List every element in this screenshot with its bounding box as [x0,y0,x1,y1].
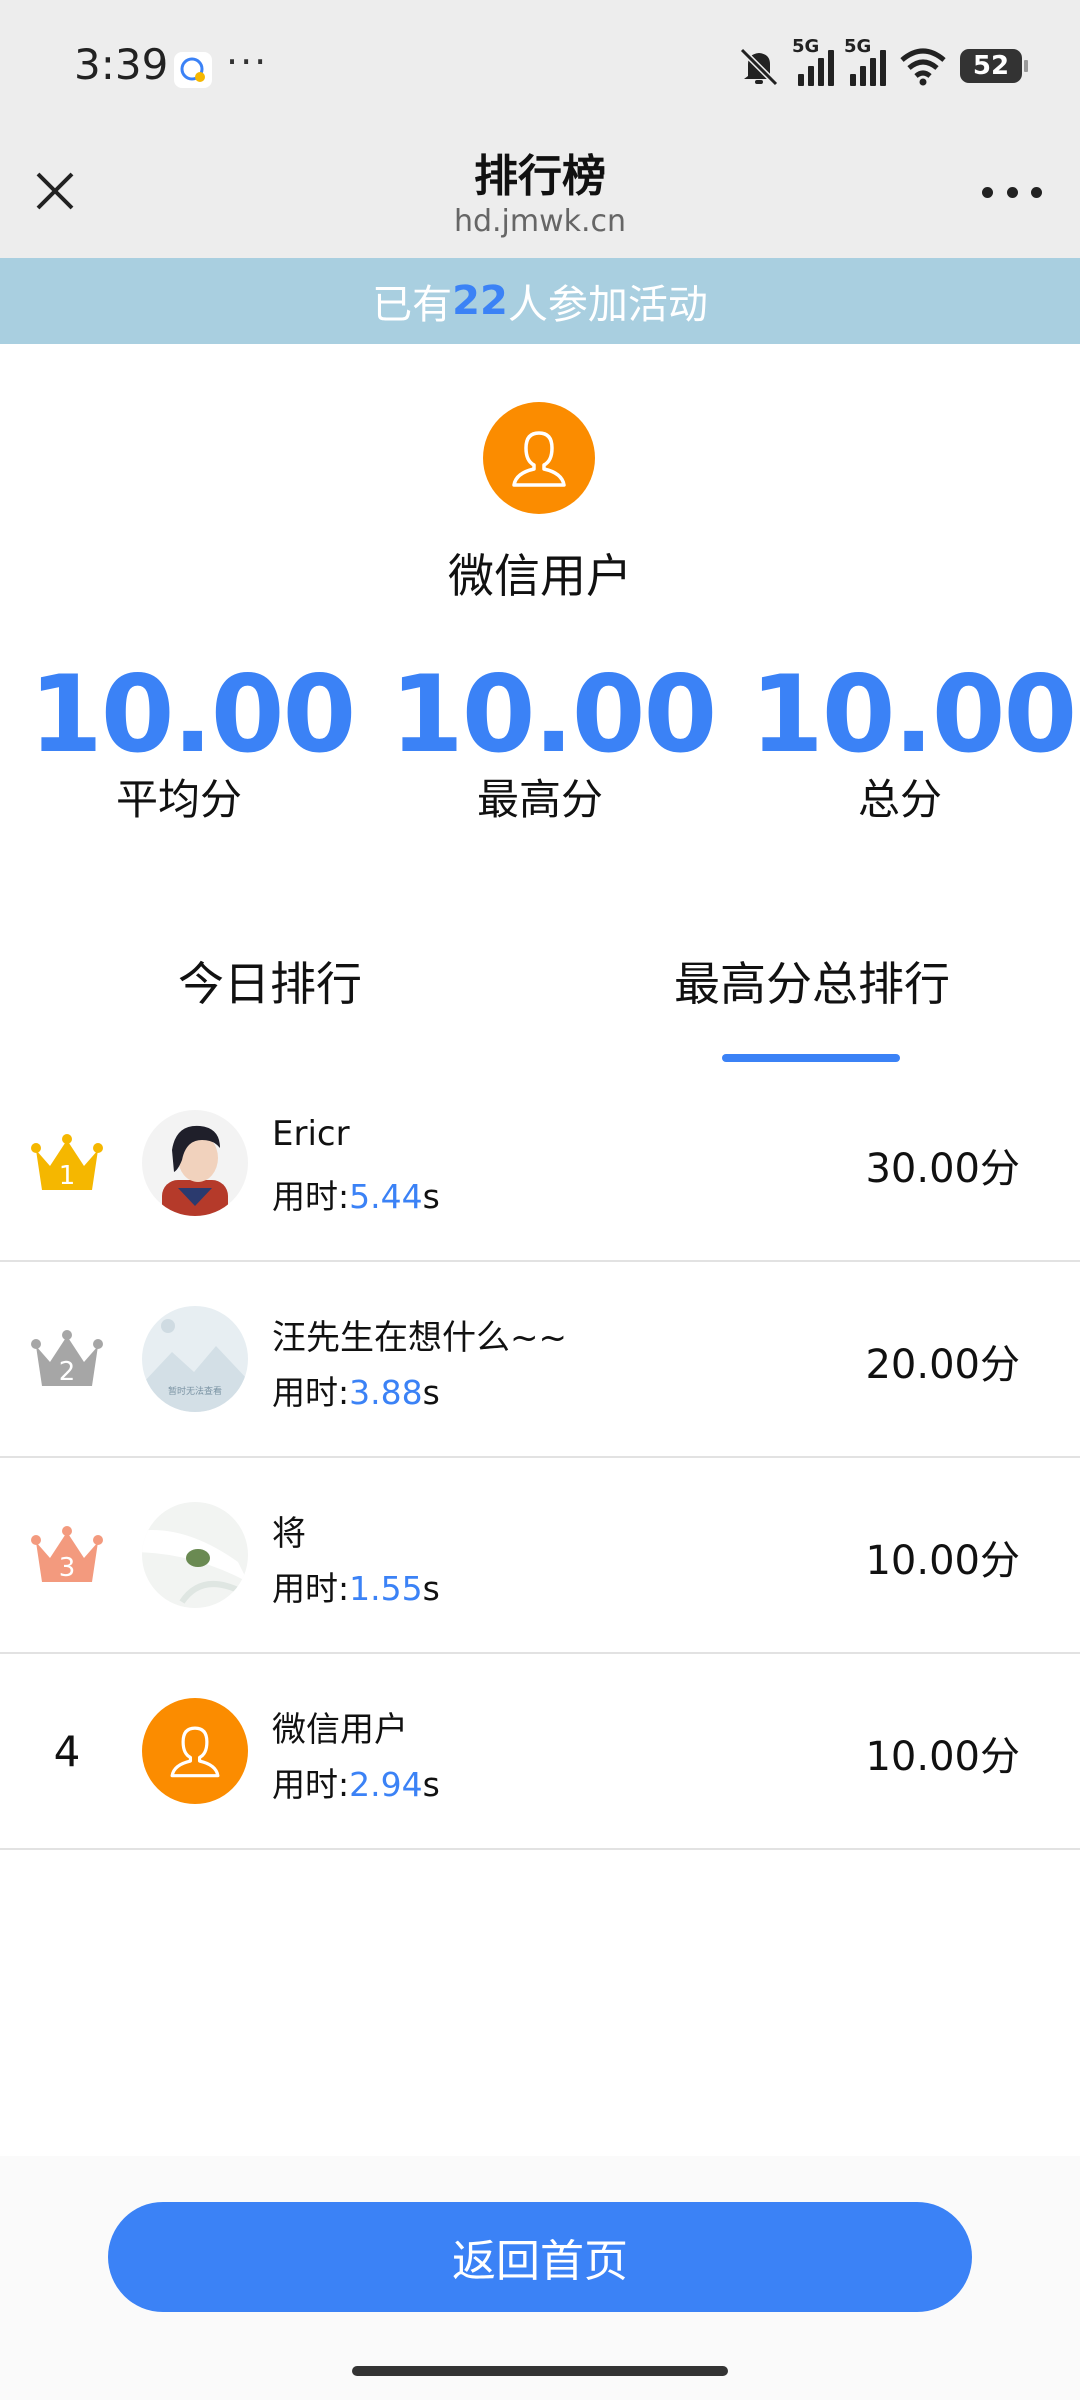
tab-today[interactable]: 今日排行 [178,948,362,1014]
rank-number: 1 [59,1161,76,1191]
stat-value: 10.00 [390,653,717,776]
gold-crown-icon: 1 [31,1134,103,1191]
time-unit: s [422,1765,440,1804]
tab-highest-total[interactable]: 最高分总排行 [674,948,950,1014]
chat-bubble-icon [174,52,212,88]
status-indicators: 5G 5G 52 [736,36,1028,88]
status-bar: 3:39 ··· 5G 5G 52 [0,0,1080,130]
more-dot-icon [1031,186,1042,198]
avatar [142,1110,248,1216]
stat-total: 10.00 总分 [750,653,1077,827]
more-dot-icon [1006,186,1018,198]
ranking-row[interactable]: 3 将 用时:1.55s 10.00分 [0,1458,1080,1654]
user-avatar [483,402,595,514]
stat-value: 10.00 [29,653,356,776]
ranking-row[interactable]: 1 Ericr 用时:5.44s 30.00分 [0,1066,1080,1262]
stat-value: 10.00 [750,653,1077,776]
participants-banner: 已有 22 人参加活动 [0,258,1080,344]
back-home-button[interactable]: 返回首页 [108,2202,972,2312]
stat-average: 10.00 平均分 [29,653,356,827]
participant-count: 22 [452,278,508,324]
status-time: 3:39 [74,40,169,89]
avatar [142,1502,248,1608]
player-score: 20.00分 [865,1342,1020,1388]
rank-number: 4 [53,1727,81,1776]
header: 排行榜 hd.jmwk.cn [0,130,1080,258]
more-dot-icon [982,186,993,198]
page-title: 排行榜 [474,151,606,202]
network-type-2: 5G [844,36,872,57]
time-value: 2.94 [349,1765,423,1804]
ranking-row[interactable]: 4 微信用户 用时:2.94s 10.00分 [0,1654,1080,1850]
user-silhouette-icon [512,431,566,487]
battery-icon: 52 [960,49,1028,83]
more-options-button[interactable] [982,182,1042,202]
signal-icon-2: 5G [844,36,886,86]
time-unit: s [422,1177,440,1216]
avatar: 暂时无法查看 [142,1306,248,1412]
ranking-row[interactable]: 2 暂时无法查看 汪先生在想什么~~ 用时:3.88s 20.00分 [0,1262,1080,1458]
player-score: 10.00分 [865,1538,1020,1584]
player-name: 将 [272,1514,306,1554]
time-value: 1.55 [349,1569,423,1608]
status-more-dots: ··· [226,40,269,84]
profile-name: 微信用户 [448,549,632,603]
bottom-bar: 返回首页 [0,2156,1080,2400]
time-label: 用时: [272,1765,350,1804]
time-unit: s [422,1373,440,1412]
avatar-placeholder-text: 暂时无法查看 [168,1385,222,1397]
wifi-icon [900,48,946,86]
gesture-bar[interactable] [352,2366,728,2376]
banner-suffix: 人参加活动 [507,282,708,328]
network-type-1: 5G [792,36,820,57]
player-name: 汪先生在想什么~~ [272,1318,567,1358]
bronze-crown-icon: 3 [31,1526,103,1583]
tab-active-indicator [722,1054,900,1062]
player-score: 30.00分 [865,1146,1020,1192]
time-value: 5.44 [349,1177,423,1216]
stat-highest: 10.00 最高分 [390,653,717,827]
play-time: 用时:2.94s [272,1758,440,1806]
rank-number: 2 [59,1357,76,1387]
banner-prefix: 已有 [372,282,453,328]
time-value: 3.88 [349,1373,423,1412]
player-name: Ericr [272,1114,350,1154]
play-time: 用时:5.44s [272,1170,440,1218]
player-score: 10.00分 [865,1734,1020,1780]
silver-crown-icon: 2 [31,1330,103,1387]
ranking-tabs: 今日排行 最高分总排行 [0,940,1080,1065]
mute-bell-icon [739,47,779,86]
time-label: 用时: [272,1373,350,1412]
page-url: hd.jmwk.cn [453,204,627,239]
avatar [142,1698,248,1804]
signal-icon-1: 5G [792,36,834,86]
time-label: 用时: [272,1177,350,1216]
time-unit: s [422,1569,440,1608]
player-name: 微信用户 [272,1710,408,1750]
time-label: 用时: [272,1569,350,1608]
ranking-list: 1 Ericr 用时:5.44s 30.00分 2 暂时无法查看 汪先生在想什么… [0,1066,1080,1850]
stats-panel: 10.00 平均分 10.00 最高分 10.00 总分 [0,660,1080,830]
play-time: 用时:1.55s [272,1562,440,1610]
user-silhouette-icon [170,1726,220,1778]
rank-number: 3 [59,1553,76,1583]
play-time: 用时:3.88s [272,1366,440,1414]
